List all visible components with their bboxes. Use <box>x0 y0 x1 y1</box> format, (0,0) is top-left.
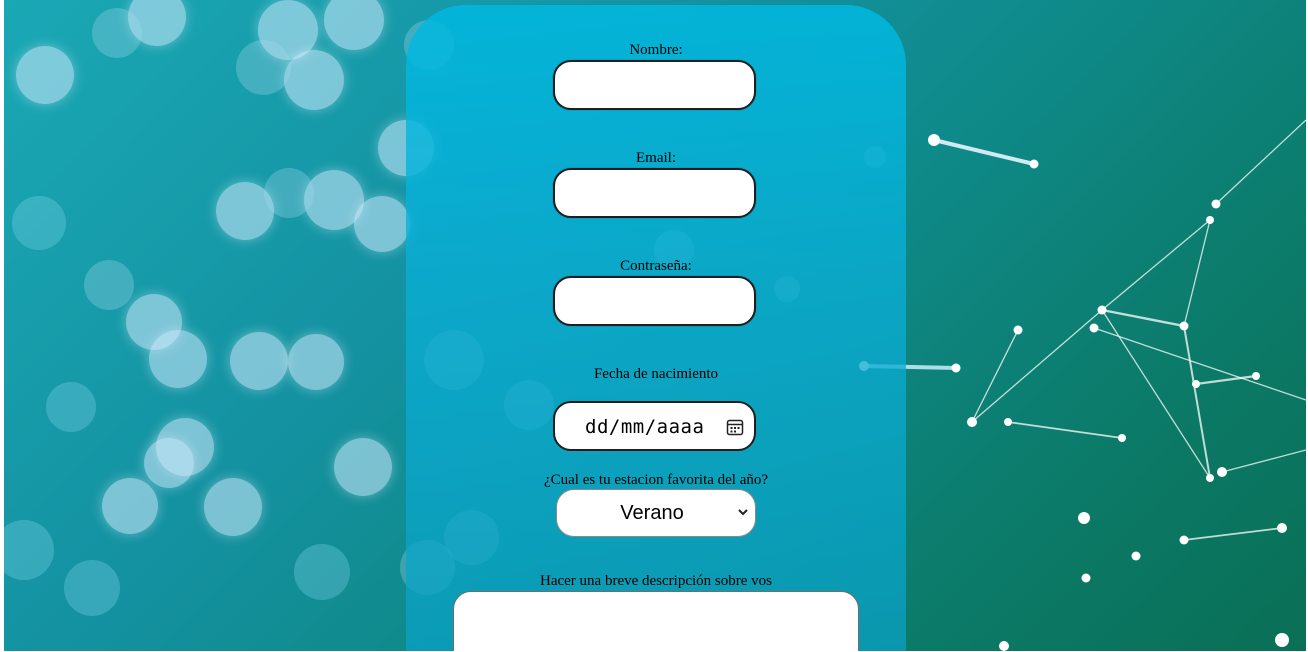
bokeh-light <box>102 478 158 534</box>
name-label: Nombre: <box>629 42 683 58</box>
bokeh-light <box>354 196 410 252</box>
bokeh-light <box>236 40 291 95</box>
birthdate-placeholder: dd/mm/aaaa <box>585 416 705 438</box>
name-input[interactable] <box>553 60 756 110</box>
bokeh-light <box>46 382 96 432</box>
calendar-icon[interactable] <box>726 418 744 436</box>
page-background: Nombre: Email: Contraseña: Fecha de naci… <box>4 0 1306 651</box>
bokeh-light <box>284 50 344 110</box>
description-textarea[interactable] <box>453 591 859 651</box>
bokeh-light <box>204 478 262 536</box>
birthdate-label: Fecha de nacimiento <box>593 366 719 382</box>
bokeh-light <box>334 438 392 496</box>
bokeh-light <box>16 46 74 104</box>
form-panel: Nombre: Email: Contraseña: Fecha de naci… <box>406 5 906 651</box>
birthdate-input[interactable]: dd/mm/aaaa <box>553 401 756 451</box>
bokeh-light <box>84 260 134 310</box>
bokeh-light <box>12 196 66 250</box>
bokeh-light <box>288 334 344 390</box>
season-select[interactable]: Verano <box>556 489 756 537</box>
bokeh-light <box>144 438 194 488</box>
bokeh-light <box>230 332 288 390</box>
bokeh-light <box>264 168 314 218</box>
email-label: Email: <box>636 150 676 166</box>
bokeh-light <box>324 0 384 50</box>
bokeh-light <box>149 330 207 388</box>
bokeh-light <box>294 544 350 600</box>
season-label: ¿Cual es tu estacion favorita del año? <box>543 472 769 488</box>
password-label: Contraseña: <box>620 258 692 274</box>
bokeh-light <box>92 8 142 58</box>
description-label: Hacer una breve descripción sobre vos <box>540 573 772 589</box>
bokeh-light <box>4 520 54 580</box>
chevron-down-icon <box>738 509 748 516</box>
season-selected-value: Verano <box>620 502 684 524</box>
password-input[interactable] <box>553 276 756 326</box>
email-input[interactable] <box>553 168 756 218</box>
bokeh-light <box>64 560 120 616</box>
